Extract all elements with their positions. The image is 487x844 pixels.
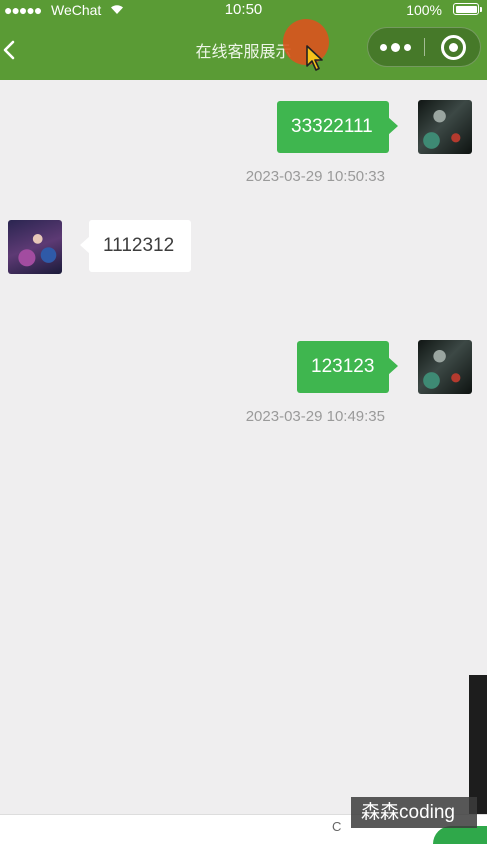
battery-percent: 100% [406,2,442,18]
send-button-partial[interactable] [433,826,487,844]
message-timestamp: 2023-03-29 10:50:33 [245,168,385,185]
message-bubble-incoming[interactable]: 1112312 [80,220,191,272]
input-bar-partial-text: C [332,819,342,834]
navigation-bar: 在线客服展示 [0,22,487,80]
my-avatar[interactable] [418,340,472,394]
battery-icon [453,3,482,15]
more-dots-icon[interactable] [368,28,424,66]
message-bubble-outgoing[interactable]: 33322111 [277,101,398,153]
miniprogram-capsule [367,27,481,67]
message-timestamp: 2023-03-29 10:49:35 [245,408,385,425]
message-bubble-outgoing[interactable]: 123123 [297,341,398,393]
header: ●●●●● WeChat 10:50 100% 在线客服展示 [0,0,487,80]
chat-message-list[interactable]: 33322111 2023-03-29 10:50:33 1112312 123… [0,80,482,814]
video-watermark: 森森coding [351,797,477,828]
capsule-close-icon[interactable] [425,28,480,66]
service-avatar[interactable] [8,220,62,274]
mouse-cursor-icon [306,45,323,71]
my-avatar[interactable] [418,100,472,154]
status-bar: ●●●●● WeChat 10:50 100% [0,0,487,22]
